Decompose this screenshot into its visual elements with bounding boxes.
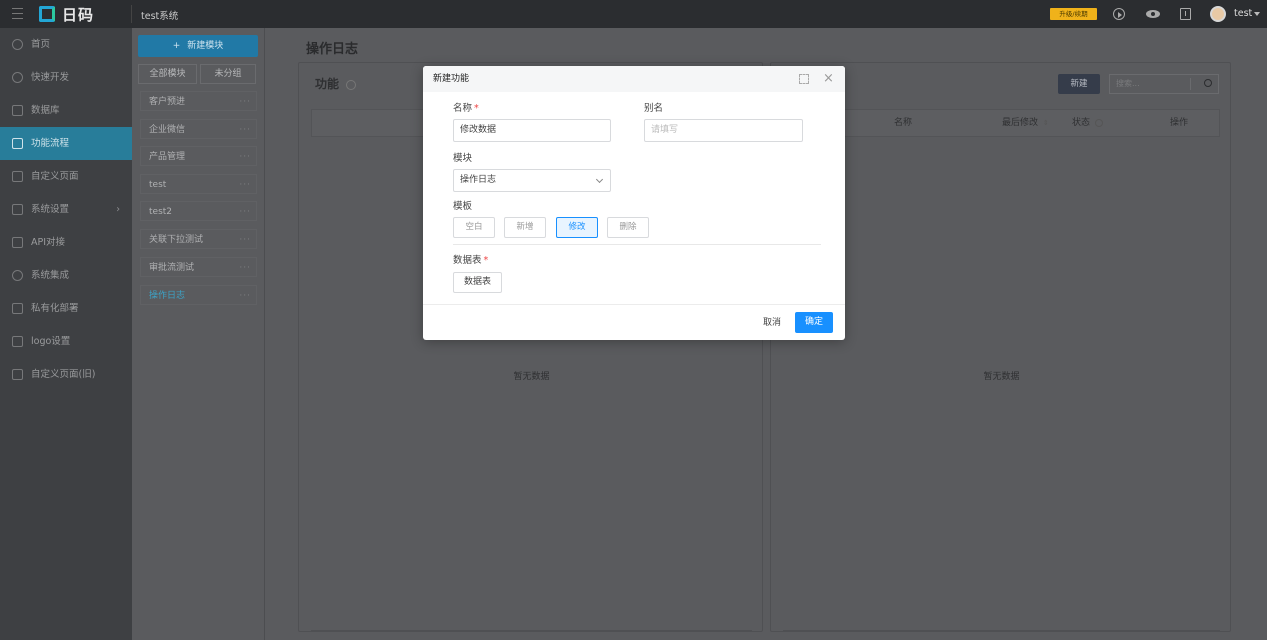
search-input[interactable]: 搜索... — [1109, 74, 1219, 94]
name-label: 名称 * — [453, 103, 479, 114]
username[interactable]: test — [1234, 8, 1252, 19]
sidebar-item-custom-page-old[interactable]: 自定义页面(旧) — [0, 358, 132, 391]
name-field[interactable]: 修改数据 — [453, 119, 611, 142]
more-icon[interactable]: ··· — [239, 175, 251, 195]
sidebar-item-flow[interactable]: 功能流程 — [0, 127, 132, 160]
rocket-icon — [12, 72, 23, 83]
search-icon[interactable] — [1204, 79, 1212, 87]
sidebar-item-integration[interactable]: 系统集成 — [0, 259, 132, 292]
help-icon[interactable] — [346, 79, 357, 90]
column-header-name: 名称 — [894, 118, 913, 128]
upgrade-label: 升级/续期 — [1059, 10, 1088, 18]
list-item[interactable]: 关联下拉测试 ··· — [140, 229, 257, 249]
more-icon[interactable]: ··· — [239, 286, 251, 306]
list-item[interactable]: 客户预进 ··· — [140, 91, 257, 111]
sidebar-item-api[interactable]: API对接 — [0, 226, 132, 259]
list-item[interactable]: test2 ··· — [140, 201, 257, 221]
template-delete-button[interactable]: 删除 — [607, 217, 649, 238]
list-item-selected[interactable]: 操作日志 ··· — [140, 285, 257, 305]
sidebar-item-deploy[interactable]: 私有化部署 — [0, 292, 132, 325]
data-table-button[interactable]: 数据表 — [453, 272, 502, 293]
more-icon[interactable]: ··· — [239, 147, 251, 167]
data-table-label: 数据表 * — [453, 255, 489, 266]
help-icon[interactable] — [1094, 118, 1103, 127]
new-module-button[interactable]: + 新建模块 — [138, 35, 258, 57]
settings-icon — [12, 204, 23, 215]
more-icon[interactable]: ··· — [239, 258, 251, 278]
eye-icon[interactable] — [1146, 10, 1160, 18]
new-button[interactable]: 新建 — [1058, 74, 1100, 94]
confirm-button[interactable]: 确定 — [795, 312, 833, 333]
upgrade-button[interactable]: 升级/续期 — [1050, 8, 1097, 20]
fullscreen-icon[interactable] — [799, 74, 809, 84]
sort-icon[interactable]: ⇕ — [1043, 119, 1049, 127]
dialog-header: 新建功能 × — [423, 66, 845, 92]
deploy-icon — [12, 303, 23, 314]
column-header-actions: 操作 — [1170, 118, 1189, 128]
avatar[interactable] — [1210, 6, 1226, 22]
plus-icon: + — [172, 41, 181, 51]
page-old-icon — [12, 369, 23, 380]
logo-icon — [12, 336, 23, 347]
cancel-button[interactable]: 取消 — [757, 313, 787, 333]
home-icon — [12, 39, 23, 50]
column-header-modified[interactable]: 最后修改 ⇕ — [1002, 110, 1049, 136]
list-item[interactable]: 企业微信 ··· — [140, 119, 257, 139]
empty-text: 暂无数据 — [983, 372, 1020, 382]
more-icon[interactable]: ··· — [239, 92, 251, 112]
chevron-down-icon[interactable] — [1254, 12, 1260, 16]
chevron-down-icon — [595, 175, 604, 184]
template-edit-button[interactable]: 修改 — [556, 217, 598, 238]
page-title: 操作日志 — [306, 42, 359, 57]
sidebar: 首页 快速开发 数据库 功能流程 自定义页面 系统设置 › API对接 系统集成 … — [0, 28, 132, 640]
list-item[interactable]: 产品管理 ··· — [140, 146, 257, 166]
sidebar-item-settings[interactable]: 系统设置 › — [0, 193, 132, 226]
module-label: 模块 — [453, 153, 473, 164]
flow-icon — [12, 138, 23, 149]
api-icon — [12, 237, 23, 248]
sidebar-item-quick-dev[interactable]: 快速开发 — [0, 61, 132, 94]
divider — [453, 244, 821, 245]
module-select[interactable]: 操作日志 — [453, 169, 611, 192]
system-name: test系统 — [141, 11, 179, 22]
close-icon[interactable]: × — [823, 66, 834, 92]
template-label: 模板 — [453, 201, 473, 212]
filter-ungrouped-button[interactable]: 未分组 — [200, 64, 256, 84]
play-icon[interactable] — [1113, 8, 1125, 20]
list-item[interactable]: 审批流测试 ··· — [140, 257, 257, 277]
filter-all-button[interactable]: 全部模块 — [138, 64, 197, 84]
notice-icon[interactable] — [1180, 8, 1191, 20]
chevron-right-icon: › — [116, 204, 120, 215]
list-item[interactable]: test ··· — [140, 174, 257, 194]
dialog-title: 新建功能 — [433, 74, 470, 84]
panel-title: 功能 — [315, 75, 357, 92]
alias-label: 别名 — [644, 103, 664, 114]
module-list: + 新建模块 全部模块 未分组 客户预进 ··· 企业微信 ··· 产品管理 ··· … — [132, 28, 265, 640]
template-add-button[interactable]: 新增 — [504, 217, 546, 238]
more-icon[interactable]: ··· — [239, 202, 251, 222]
page-icon — [12, 171, 23, 182]
sidebar-item-home[interactable]: 首页 — [0, 28, 132, 61]
empty-text: 暂无数据 — [513, 372, 550, 382]
menu-toggle-icon[interactable] — [12, 8, 23, 19]
brand-name[interactable]: 日码 — [62, 4, 94, 25]
integration-icon — [12, 270, 23, 281]
column-header-status: 状态 — [1072, 110, 1103, 136]
sidebar-item-logo[interactable]: logo设置 — [0, 325, 132, 358]
database-icon — [12, 105, 23, 116]
template-blank-button[interactable]: 空白 — [453, 217, 495, 238]
sidebar-item-custom-page[interactable]: 自定义页面 — [0, 160, 132, 193]
more-icon[interactable]: ··· — [239, 120, 251, 140]
brand-logo-icon[interactable] — [39, 6, 55, 22]
new-function-dialog: 新建功能 × 名称 * 修改数据 别名 请填写 模块 操作日志 模板 空白 新增 … — [423, 66, 845, 340]
top-bar: 日码 test系统 升级/续期 test — [0, 0, 1267, 28]
more-icon[interactable]: ··· — [239, 230, 251, 250]
footer-divider — [423, 304, 845, 305]
alias-field[interactable]: 请填写 — [644, 119, 803, 142]
sidebar-item-database[interactable]: 数据库 — [0, 94, 132, 127]
table-header: 名称 最后修改 ⇕ 状态 操作 — [783, 109, 1220, 137]
